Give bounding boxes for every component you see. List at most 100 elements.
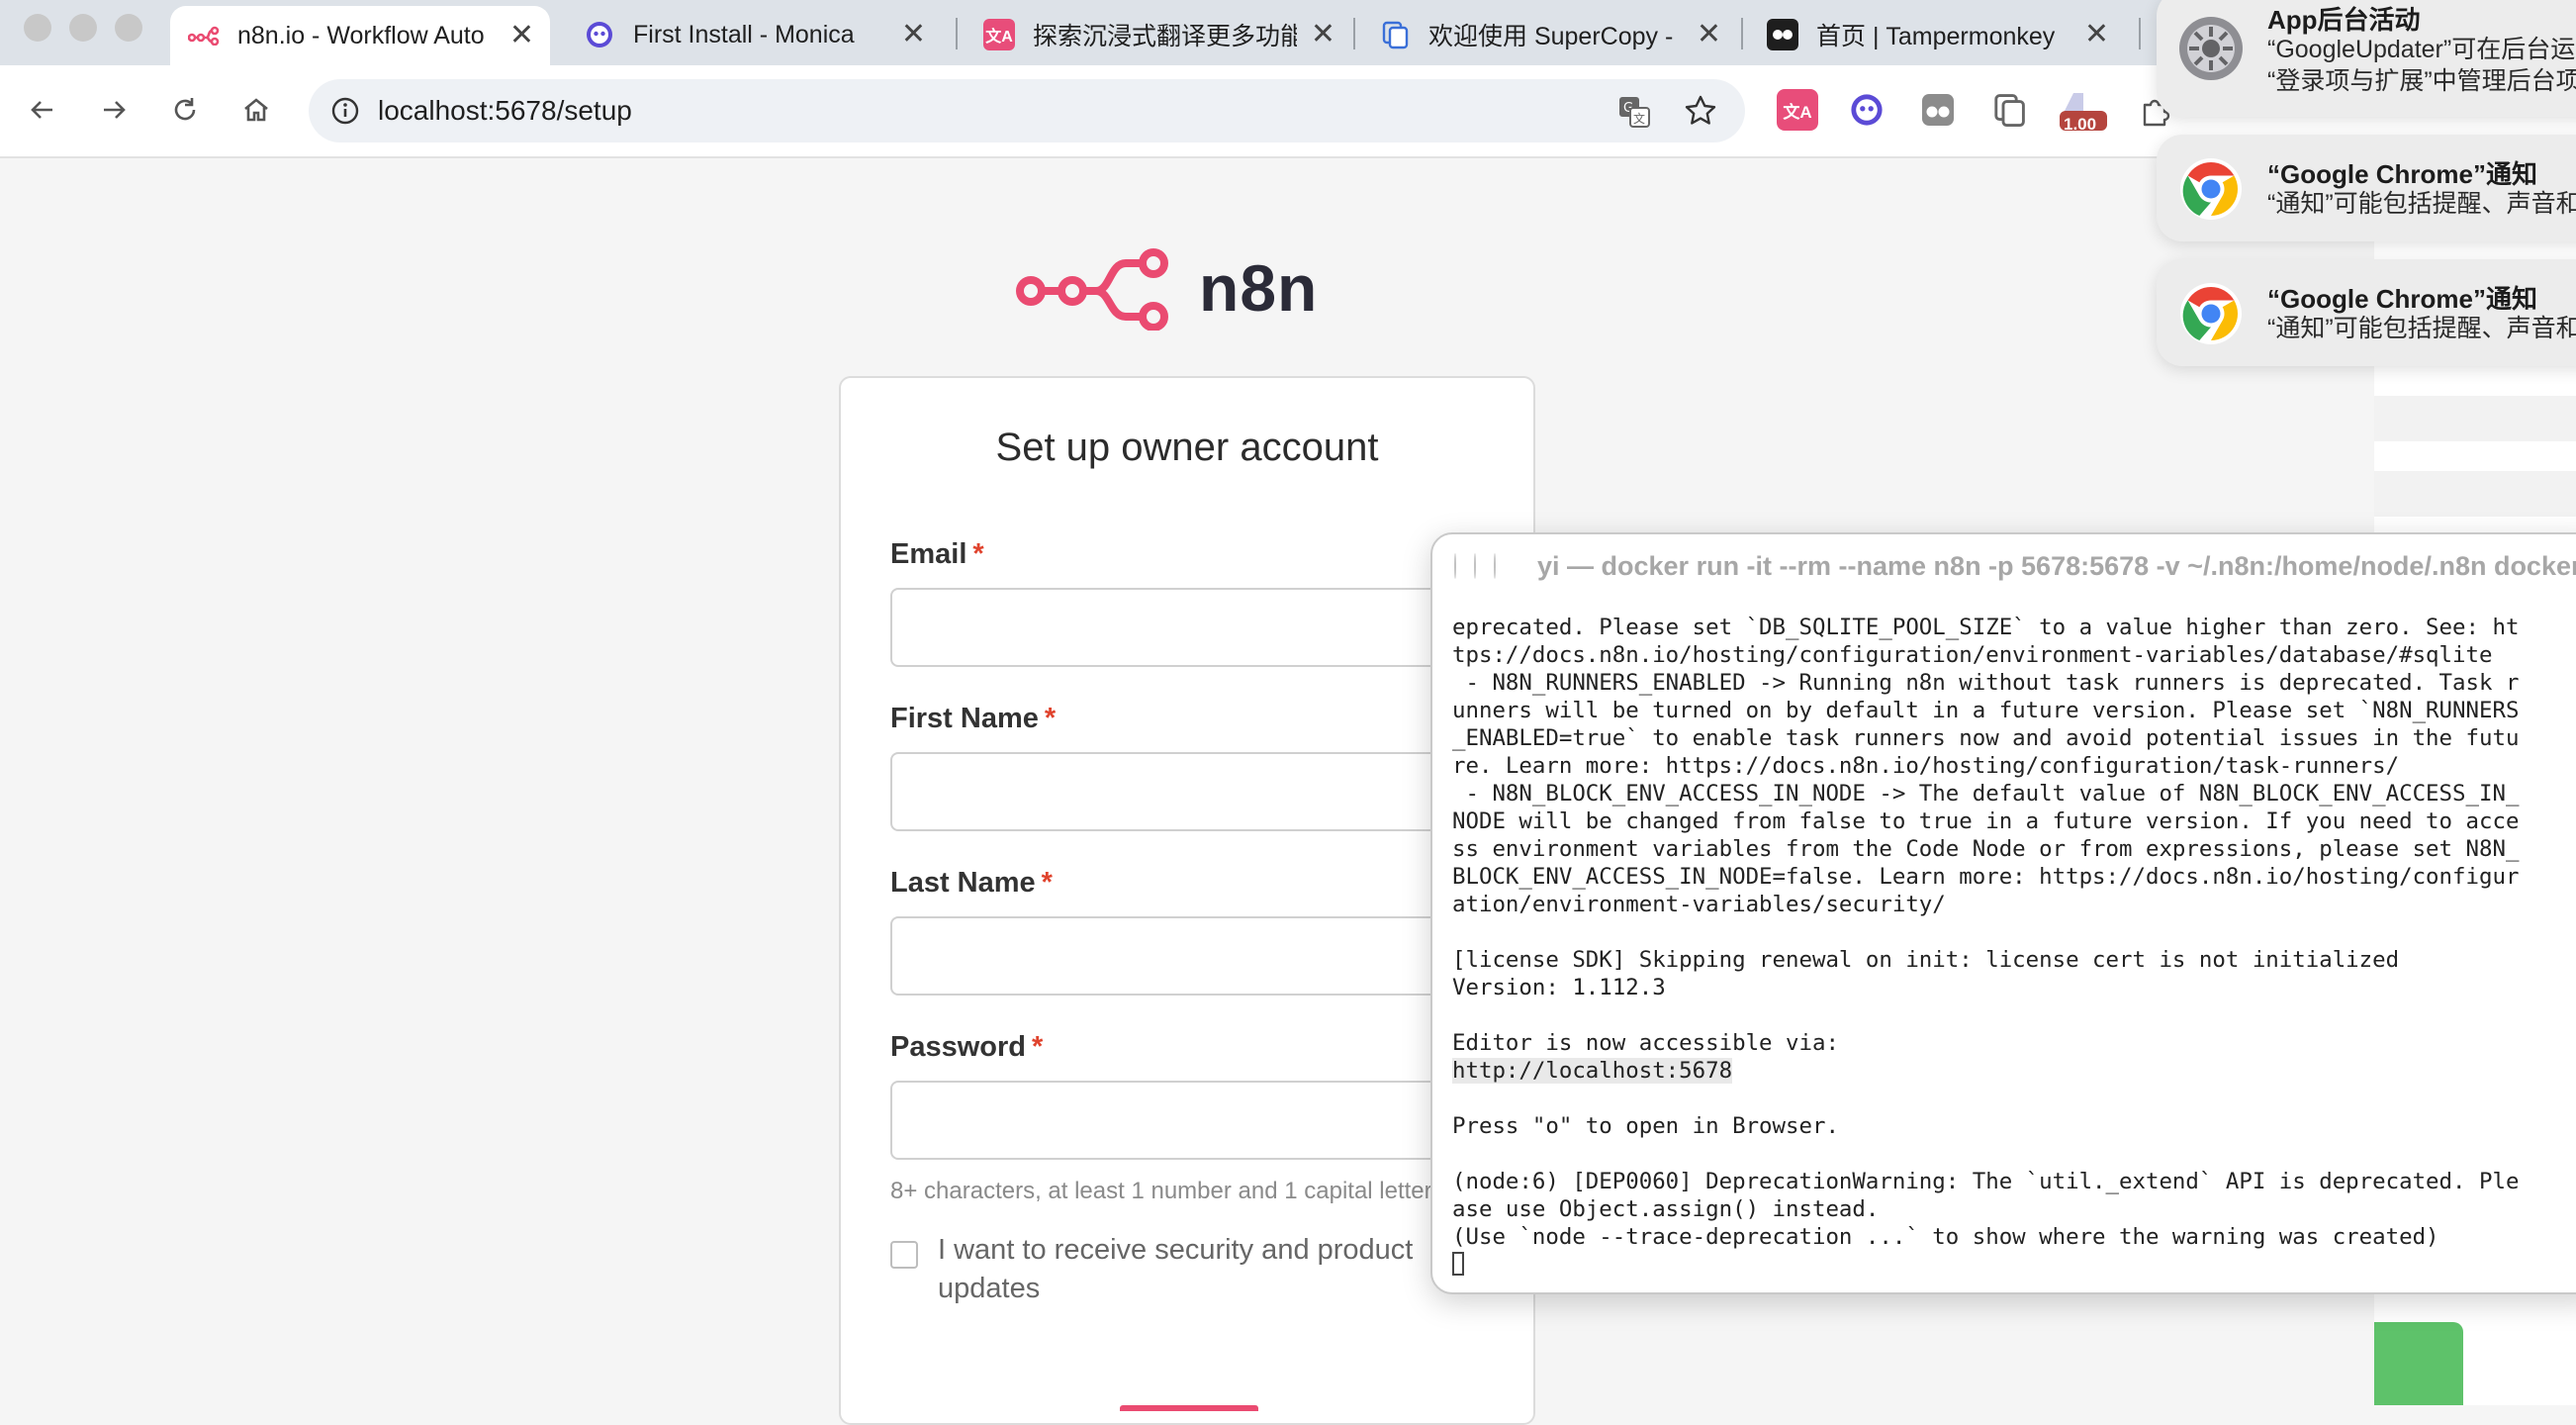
notification-title: App后台活动	[2267, 5, 2421, 35]
required-mark: *	[1044, 703, 1057, 734]
tab-supercopy[interactable]: 欢迎使用 SuperCopy - ✕	[1361, 6, 1737, 63]
site-info-icon[interactable]	[330, 96, 360, 126]
terminal-line: [license SDK] Skipping renewal on init: …	[1452, 947, 2400, 973]
forward-button[interactable]	[89, 85, 138, 135]
first-name-field[interactable]	[890, 752, 1523, 831]
terminal-url-link[interactable]: http://localhost:5678	[1452, 1058, 1733, 1084]
tab-monica[interactable]: First Install - Monica ✕	[566, 6, 942, 63]
brand-name: n8n	[1199, 251, 1319, 325]
close-icon[interactable]: ✕	[901, 20, 926, 49]
password-hint: 8+ characters, at least 1 number and 1 c…	[890, 1178, 1432, 1204]
terminal-line: tps://docs.n8n.io/hosting/configuration/…	[1452, 642, 2493, 668]
terminal-line: Editor is now accessible via:	[1452, 1030, 1839, 1056]
required-mark: *	[1041, 867, 1053, 899]
close-icon[interactable]: ✕	[509, 21, 534, 50]
terminal-window[interactable]: yi — docker run -it --rm --name n8n -p 5…	[1430, 532, 2576, 1294]
system-settings-icon	[2179, 17, 2243, 80]
tab-title: n8n.io - Workflow Auto	[237, 21, 485, 49]
close-icon[interactable]: ✕	[1697, 20, 1721, 49]
arrow-left-icon	[31, 101, 52, 119]
reload-icon	[174, 98, 196, 121]
translate-icon[interactable]: G文	[1616, 94, 1652, 130]
home-button[interactable]	[231, 85, 281, 135]
terminal-line: _ENABLED=true` to enable task runners no…	[1452, 725, 2520, 751]
required-mark: *	[1032, 1031, 1044, 1063]
tampermonkey-icon	[1767, 19, 1798, 50]
required-mark: *	[972, 538, 984, 570]
monica-icon	[584, 19, 615, 50]
immersive-translate-icon: 文A	[983, 19, 1015, 50]
reload-button[interactable]	[160, 85, 210, 135]
newsletter-label[interactable]: I want to receive security and product u…	[938, 1231, 1452, 1308]
n8n-logo-icon	[1016, 248, 1168, 331]
first-name-label: First Name *	[890, 703, 1057, 734]
password-field[interactable]	[890, 1081, 1523, 1160]
bookmark-star-icon[interactable]	[1684, 94, 1717, 128]
window-minimize-button[interactable]	[69, 14, 97, 42]
terminal-line: Press "o" to open in Browser.	[1452, 1113, 1839, 1139]
newsletter-checkbox[interactable]	[890, 1241, 918, 1269]
back-button[interactable]	[18, 85, 67, 135]
address-text: localhost:5678/setup	[378, 95, 632, 126]
email-field[interactable]	[890, 588, 1523, 667]
terminal-close-button[interactable]	[1454, 553, 1456, 579]
chrome-icon	[2180, 158, 2242, 220]
page-title: Set up owner account	[995, 426, 1379, 469]
next-button[interactable]	[1120, 1405, 1258, 1411]
green-button[interactable]	[2374, 1322, 2463, 1405]
speed-badge: 1.00	[2064, 115, 2097, 134]
n8n-icon	[188, 20, 220, 51]
terminal-line: unners will be turned on by default in a…	[1452, 698, 2520, 723]
terminal-line: Version: 1.112.3	[1452, 975, 1666, 1000]
notification-background-activity[interactable]: App后台活动 “GoogleUpdater”可在后台运行。你可以在 “登录项与…	[2157, 0, 2576, 117]
last-name-label: Last Name *	[890, 867, 1053, 899]
notification-body: “登录项与扩展”中管理后台项目。	[2267, 67, 2576, 95]
tab-n8n[interactable]: n8n.io - Workflow Auto ✕	[170, 6, 550, 65]
supercopy-extension-icon[interactable]	[1988, 89, 2030, 131]
address-bar[interactable]: localhost:5678/setup G文	[309, 79, 1745, 142]
page-stripe	[2374, 396, 2576, 441]
terminal-line: eprecated. Please set `DB_SQLITE_POOL_SI…	[1452, 615, 2520, 640]
notification-body: “通知”可能包括提醒、声音和图标标记。	[2267, 190, 2576, 218]
tab-immersive-translate[interactable]: 文A 探索沉浸式翻译更多功能 ✕	[966, 6, 1351, 63]
terminal-line: (node:6) [DEP0060] DeprecationWarning: T…	[1452, 1169, 2520, 1194]
tab-title: 探索沉浸式翻译更多功能	[1033, 23, 1297, 50]
terminal-zoom-button[interactable]	[1494, 553, 1496, 579]
immersive-translate-extension-icon[interactable]: 文A	[1777, 89, 1818, 131]
tab-title: 欢迎使用 SuperCopy -	[1428, 23, 1674, 50]
close-icon[interactable]: ✕	[1311, 20, 1335, 49]
window-zoom-button[interactable]	[115, 14, 142, 42]
terminal-output: eprecated. Please set `DB_SQLITE_POOL_SI…	[1452, 614, 2570, 1279]
terminal-line: - N8N_RUNNERS_ENABLED -> Running n8n wit…	[1452, 670, 2520, 696]
terminal-line: ase use Object.assign() instead.	[1452, 1196, 1880, 1222]
terminal-line: - N8N_BLOCK_ENV_ACCESS_IN_NODE -> The de…	[1452, 781, 2520, 807]
terminal-line: ation/environment-variables/security/	[1452, 892, 1946, 917]
chrome-icon	[2180, 283, 2242, 344]
terminal-line: (Use `node --trace-deprecation ...` to s…	[1452, 1224, 2439, 1250]
tab-tampermonkey[interactable]: 首页 | Tampermonkey ✕	[1749, 6, 2125, 63]
notification-title: “Google Chrome”通知	[2267, 284, 2538, 314]
last-name-field[interactable]	[890, 916, 1523, 996]
tab-separator	[2139, 18, 2141, 49]
window-close-button[interactable]	[24, 14, 51, 42]
monica-extension-icon[interactable]	[1846, 89, 1887, 131]
terminal-titlebar[interactable]: yi — docker run -it --rm --name n8n -p 5…	[1432, 534, 2576, 598]
tab-title: First Install - Monica	[633, 20, 855, 48]
notification-body: “GoogleUpdater”可在后台运行。你可以在	[2267, 36, 2576, 63]
speed-extension-icon[interactable]: 1.00	[2056, 89, 2111, 134]
terminal-minimize-button[interactable]	[1474, 553, 1476, 579]
email-label: Email *	[890, 538, 984, 570]
notification-chrome[interactable]: “Google Chrome”通知 “通知”可能包括提醒、声音和图标标记。	[2157, 259, 2576, 366]
n8n-logo: n8n	[1015, 245, 1318, 331]
arrow-right-icon	[104, 101, 126, 119]
terminal-cursor	[1452, 1252, 1464, 1276]
page-stripe	[2374, 471, 2576, 517]
terminal-line: re. Learn more: https://docs.n8n.io/host…	[1452, 753, 2400, 779]
notification-body: “通知”可能包括提醒、声音和图标标记。	[2267, 315, 2576, 342]
close-icon[interactable]: ✕	[2084, 20, 2109, 49]
tab-separator	[956, 18, 958, 49]
tab-title: 首页 | Tampermonkey	[1816, 23, 2056, 50]
notification-chrome[interactable]: “Google Chrome”通知 “通知”可能包括提醒、声音和图标标记。	[2157, 135, 2576, 241]
terminal-line: BLOCK_ENV_ACCESS_IN_NODE=false. Learn mo…	[1452, 864, 2520, 890]
tampermonkey-extension-icon[interactable]	[1917, 89, 1959, 131]
